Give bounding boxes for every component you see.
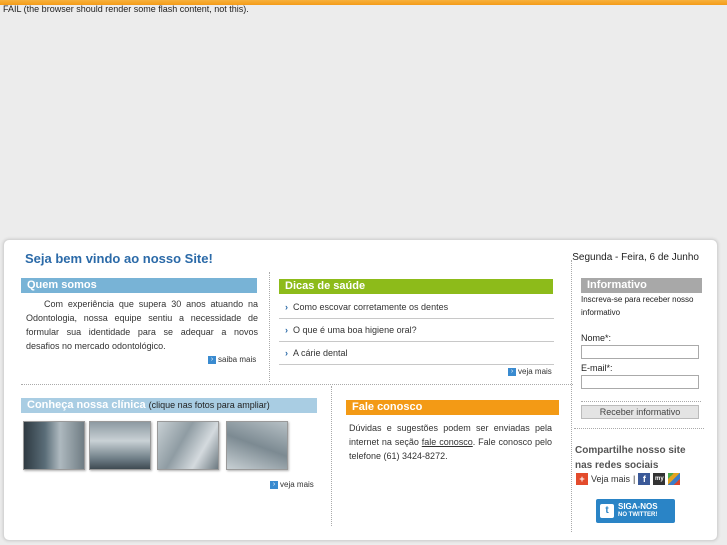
dicas-item[interactable]: › Como escovar corretamente os dentes (279, 296, 554, 319)
veja-mais-label: veja mais (518, 367, 552, 376)
plus-icon[interactable]: + (576, 473, 588, 485)
conheca-header: Conheça nossa clínica (clique nas fotos … (21, 398, 317, 413)
welcome-title: Seja bem vindo ao nosso Site! (25, 251, 213, 266)
email-label: E-mail*: (581, 363, 613, 373)
twitter-line2: NO TWITTER! (618, 512, 658, 518)
current-date: Segunda - Feira, 6 de Junho (572, 252, 699, 263)
chevron-right-icon: › (285, 325, 288, 335)
saiba-mais-label: saiba mais (218, 355, 257, 364)
twitter-follow-button[interactable]: t SIGA-NOS NO TWITTER! (596, 499, 675, 523)
myspace-icon[interactable]: my (653, 473, 666, 485)
email-input[interactable] (581, 375, 699, 389)
twitter-label: SIGA-NOS NO TWITTER! (618, 503, 658, 519)
dicas-item-label: Como escovar corretamente os dentes (293, 302, 449, 312)
chevron-right-icon: › (285, 302, 288, 312)
compartilhe-title: Compartilhe nosso site nas redes sociais (575, 445, 686, 471)
flash-fallback-message: FAIL (the browser should render some fla… (3, 4, 249, 14)
dicas-item-label: A cárie dental (293, 348, 348, 358)
twitter-line1: SIGA-NOS (618, 502, 658, 511)
fale-conosco-text: Dúvidas e sugestões podem ser enviadas p… (349, 421, 552, 463)
separator: | (633, 474, 636, 484)
informativo-header: Informativo (581, 278, 702, 293)
divider (331, 386, 332, 526)
social-row: + Veja mais | f my (576, 473, 681, 485)
twitter-icon: t (600, 504, 614, 518)
arrow-right-icon: › (270, 480, 278, 489)
content-card: Seja bem vindo ao nosso Site! Segunda - … (3, 239, 718, 541)
quem-somos-header: Quem somos (21, 278, 257, 293)
divider (571, 260, 572, 532)
dicas-item[interactable]: › O que é uma boa higiene oral? (279, 319, 554, 342)
divider (574, 428, 704, 429)
divider (581, 401, 701, 402)
quem-somos-text: Com experiência que supera 30 anos atuan… (26, 299, 258, 351)
divider (269, 272, 270, 382)
clinic-photo-thumbnail[interactable] (226, 421, 288, 470)
fale-conosco-header: Fale conosco (346, 400, 559, 415)
clinic-photo-thumbnail[interactable] (157, 421, 219, 470)
dicas-item-label: O que é uma boa higiene oral? (293, 325, 417, 335)
nome-label: Nome*: (581, 333, 612, 343)
clinic-photo-thumbnail[interactable] (23, 421, 85, 470)
arrow-right-icon: › (508, 367, 516, 376)
dicas-item[interactable]: › A cárie dental (279, 342, 554, 365)
receber-informativo-button[interactable]: Receber informativo (581, 405, 699, 419)
nome-input[interactable] (581, 345, 699, 359)
veja-mais-label: veja mais (280, 480, 314, 489)
arrow-right-icon: › (208, 355, 216, 364)
dicas-veja-mais-link[interactable]: › veja mais (508, 367, 552, 376)
dicas-list: › Como escovar corretamente os dentes › O … (279, 296, 554, 365)
veja-mais-social-link[interactable]: Veja mais (591, 474, 630, 484)
conheca-veja-mais-link[interactable]: › veja mais (270, 480, 314, 489)
divider (21, 384, 573, 385)
share-icon[interactable] (668, 473, 681, 485)
informativo-text: Inscreva-se para receber nosso informati… (581, 295, 694, 317)
clinic-photo-thumbnail[interactable] (89, 421, 151, 470)
conheca-title: Conheça nossa clínica (27, 399, 146, 411)
dicas-header: Dicas de saúde (279, 279, 553, 294)
saiba-mais-link[interactable]: › saiba mais (208, 355, 256, 364)
chevron-right-icon: › (285, 348, 288, 358)
facebook-icon[interactable]: f (638, 473, 651, 485)
fale-conosco-link[interactable]: fale conosco (422, 437, 473, 447)
conheca-subtitle: (clique nas fotos para ampliar) (148, 400, 270, 410)
